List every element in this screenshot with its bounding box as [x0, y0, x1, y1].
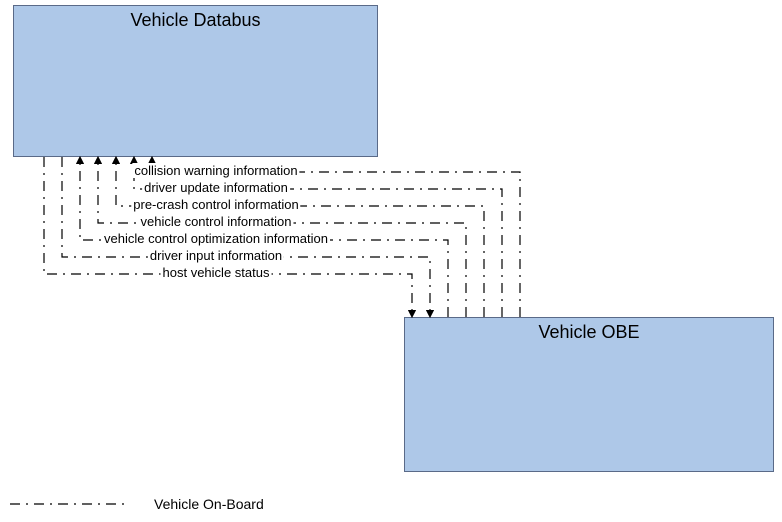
flow-label: collision warning information	[132, 163, 299, 178]
node-title: Vehicle OBE	[538, 322, 639, 342]
flow-label: driver update information	[142, 180, 290, 195]
node-vehicle-databus: Vehicle Databus	[13, 5, 378, 157]
flow-label: driver input information	[148, 248, 284, 263]
flow-label: pre-crash control information	[131, 197, 300, 212]
legend: Vehicle On-Board	[10, 496, 264, 512]
legend-label: Vehicle On-Board	[154, 496, 264, 512]
node-title: Vehicle Databus	[130, 10, 260, 30]
flow-label: host vehicle status	[161, 265, 272, 280]
flow-label: vehicle control information	[138, 214, 293, 229]
legend-line-icon	[10, 502, 130, 506]
flow-label: vehicle control optimization information	[102, 231, 330, 246]
node-vehicle-obe: Vehicle OBE	[404, 317, 774, 472]
